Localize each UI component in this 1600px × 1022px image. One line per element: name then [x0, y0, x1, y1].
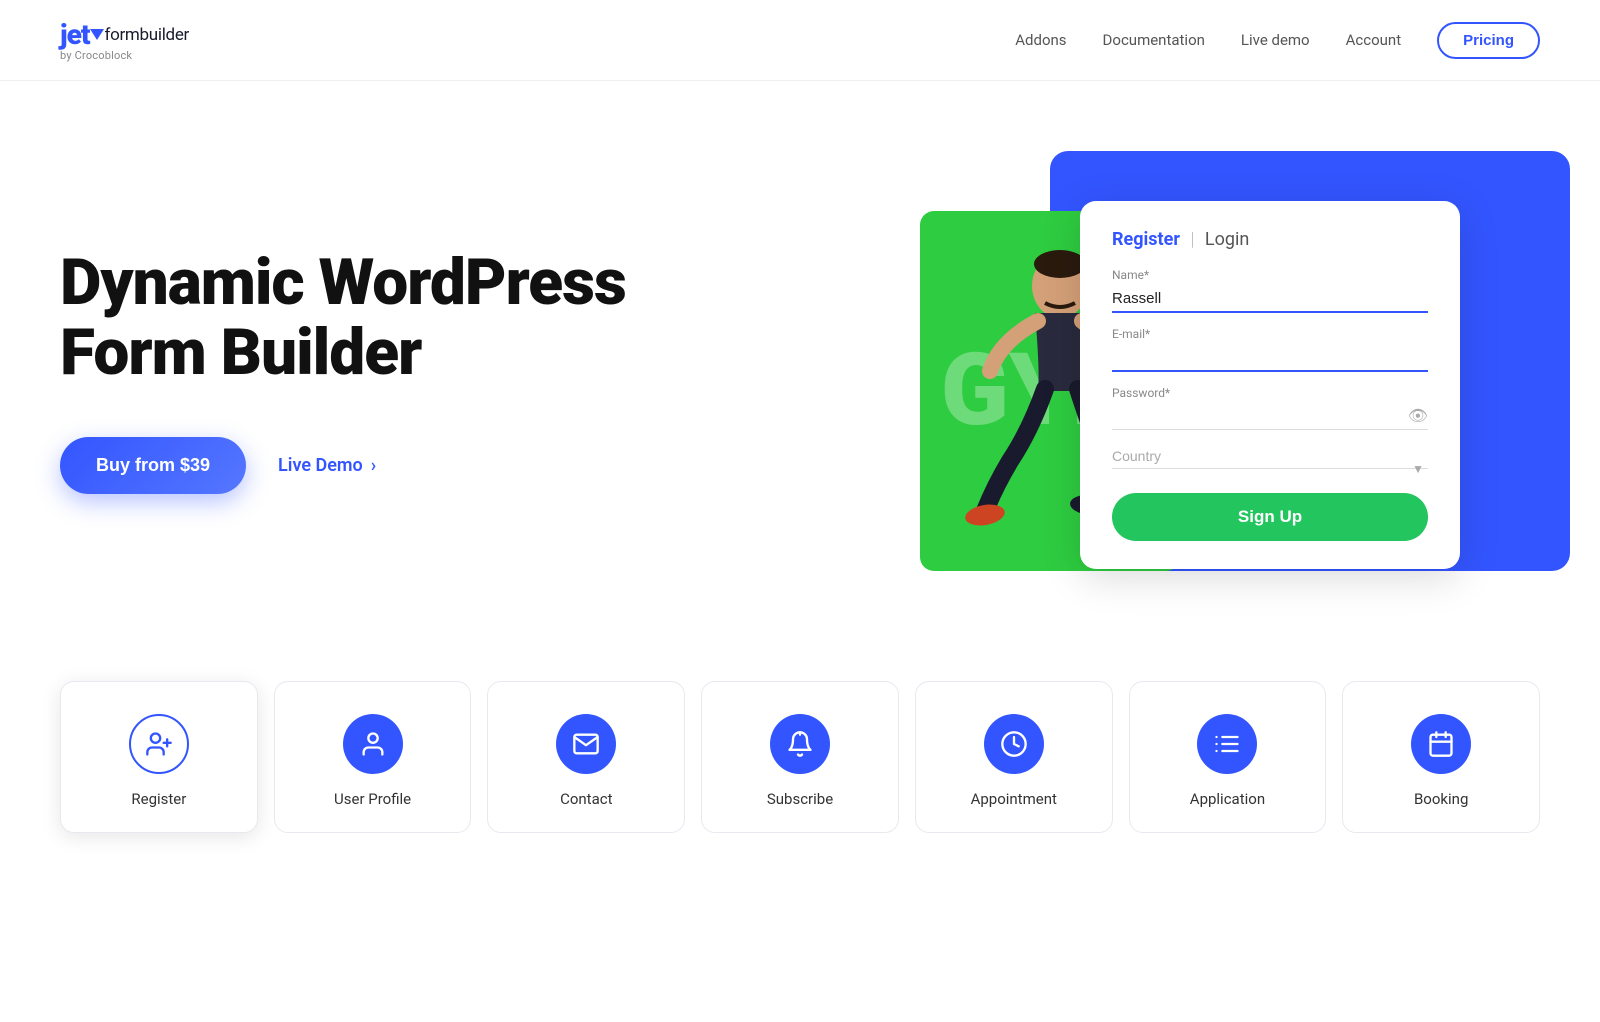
- feature-card-contact[interactable]: Contact: [487, 681, 685, 833]
- contact-icon: [556, 714, 616, 774]
- feature-card-booking[interactable]: Booking: [1342, 681, 1540, 833]
- login-tab[interactable]: Login: [1205, 229, 1249, 250]
- appointment-label: Appointment: [971, 790, 1057, 808]
- appointment-icon: [984, 714, 1044, 774]
- feature-card-user-profile[interactable]: User Profile: [274, 681, 472, 833]
- country-select-wrap: Country ▼: [1112, 444, 1428, 469]
- buy-button[interactable]: Buy from $39: [60, 437, 246, 494]
- password-input[interactable]: [1112, 404, 1428, 430]
- booking-icon: [1411, 714, 1471, 774]
- features-section: Register User Profile Contact Su: [0, 641, 1600, 893]
- logo-triangle-icon: [90, 29, 104, 40]
- subscribe-icon: [770, 714, 830, 774]
- nav-live-demo[interactable]: Live demo: [1241, 31, 1310, 49]
- country-select[interactable]: Country: [1112, 444, 1428, 469]
- form-card-header: Register | Login: [1112, 229, 1428, 250]
- logo-sub: by Crocoblock: [60, 49, 189, 62]
- country-field: Country ▼: [1112, 444, 1428, 469]
- password-label: Password*: [1112, 386, 1428, 400]
- main-nav: Addons Documentation Live demo Account P…: [1015, 22, 1540, 59]
- booking-label: Booking: [1414, 790, 1468, 808]
- email-label: E-mail*: [1112, 327, 1428, 341]
- eye-icon[interactable]: 👁: [1408, 406, 1428, 425]
- name-field: Name*: [1112, 268, 1428, 313]
- header-divider: |: [1190, 229, 1194, 250]
- nav-documentation[interactable]: Documentation: [1103, 31, 1205, 49]
- hero-left: Dynamic WordPress Form Builder Buy from …: [60, 248, 640, 493]
- password-field: Password* 👁: [1112, 386, 1428, 430]
- arrow-icon: ›: [371, 455, 376, 476]
- hero-right: GYM: [960, 151, 1540, 591]
- hero-title: Dynamic WordPress Form Builder: [60, 248, 640, 386]
- select-arrow-icon: ▼: [1412, 462, 1424, 476]
- logo-jet: jet: [60, 18, 89, 51]
- hero-buttons: Buy from $39 Live Demo ›: [60, 437, 640, 494]
- email-field: E-mail*: [1112, 327, 1428, 372]
- register-label: Register: [131, 790, 186, 808]
- form-card: Register | Login Name* E-mail* Password*…: [1080, 201, 1460, 569]
- feature-card-application[interactable]: Application: [1129, 681, 1327, 833]
- pricing-button[interactable]: Pricing: [1437, 22, 1540, 59]
- user-profile-icon: [343, 714, 403, 774]
- contact-label: Contact: [560, 790, 612, 808]
- live-demo-link[interactable]: Live Demo ›: [278, 455, 376, 476]
- email-input[interactable]: [1112, 345, 1428, 372]
- nav-addons[interactable]: Addons: [1015, 31, 1066, 49]
- logo-formbuilder: formbuilder: [104, 25, 189, 45]
- application-label: Application: [1190, 790, 1265, 808]
- feature-card-appointment[interactable]: Appointment: [915, 681, 1113, 833]
- header: jet formbuilder by Crocoblock Addons Doc…: [0, 0, 1600, 81]
- user-profile-label: User Profile: [334, 790, 411, 808]
- logo: jet formbuilder by Crocoblock: [60, 18, 189, 62]
- signup-button[interactable]: Sign Up: [1112, 493, 1428, 541]
- nav-account[interactable]: Account: [1346, 31, 1402, 49]
- feature-card-register[interactable]: Register: [60, 681, 258, 833]
- name-input[interactable]: [1112, 286, 1428, 313]
- subscribe-label: Subscribe: [767, 790, 833, 808]
- hero-section: Dynamic WordPress Form Builder Buy from …: [0, 81, 1600, 641]
- feature-card-subscribe[interactable]: Subscribe: [701, 681, 899, 833]
- register-tab[interactable]: Register: [1112, 229, 1180, 250]
- application-icon: [1197, 714, 1257, 774]
- live-demo-text: Live Demo: [278, 455, 363, 476]
- name-label: Name*: [1112, 268, 1428, 282]
- register-icon: [129, 714, 189, 774]
